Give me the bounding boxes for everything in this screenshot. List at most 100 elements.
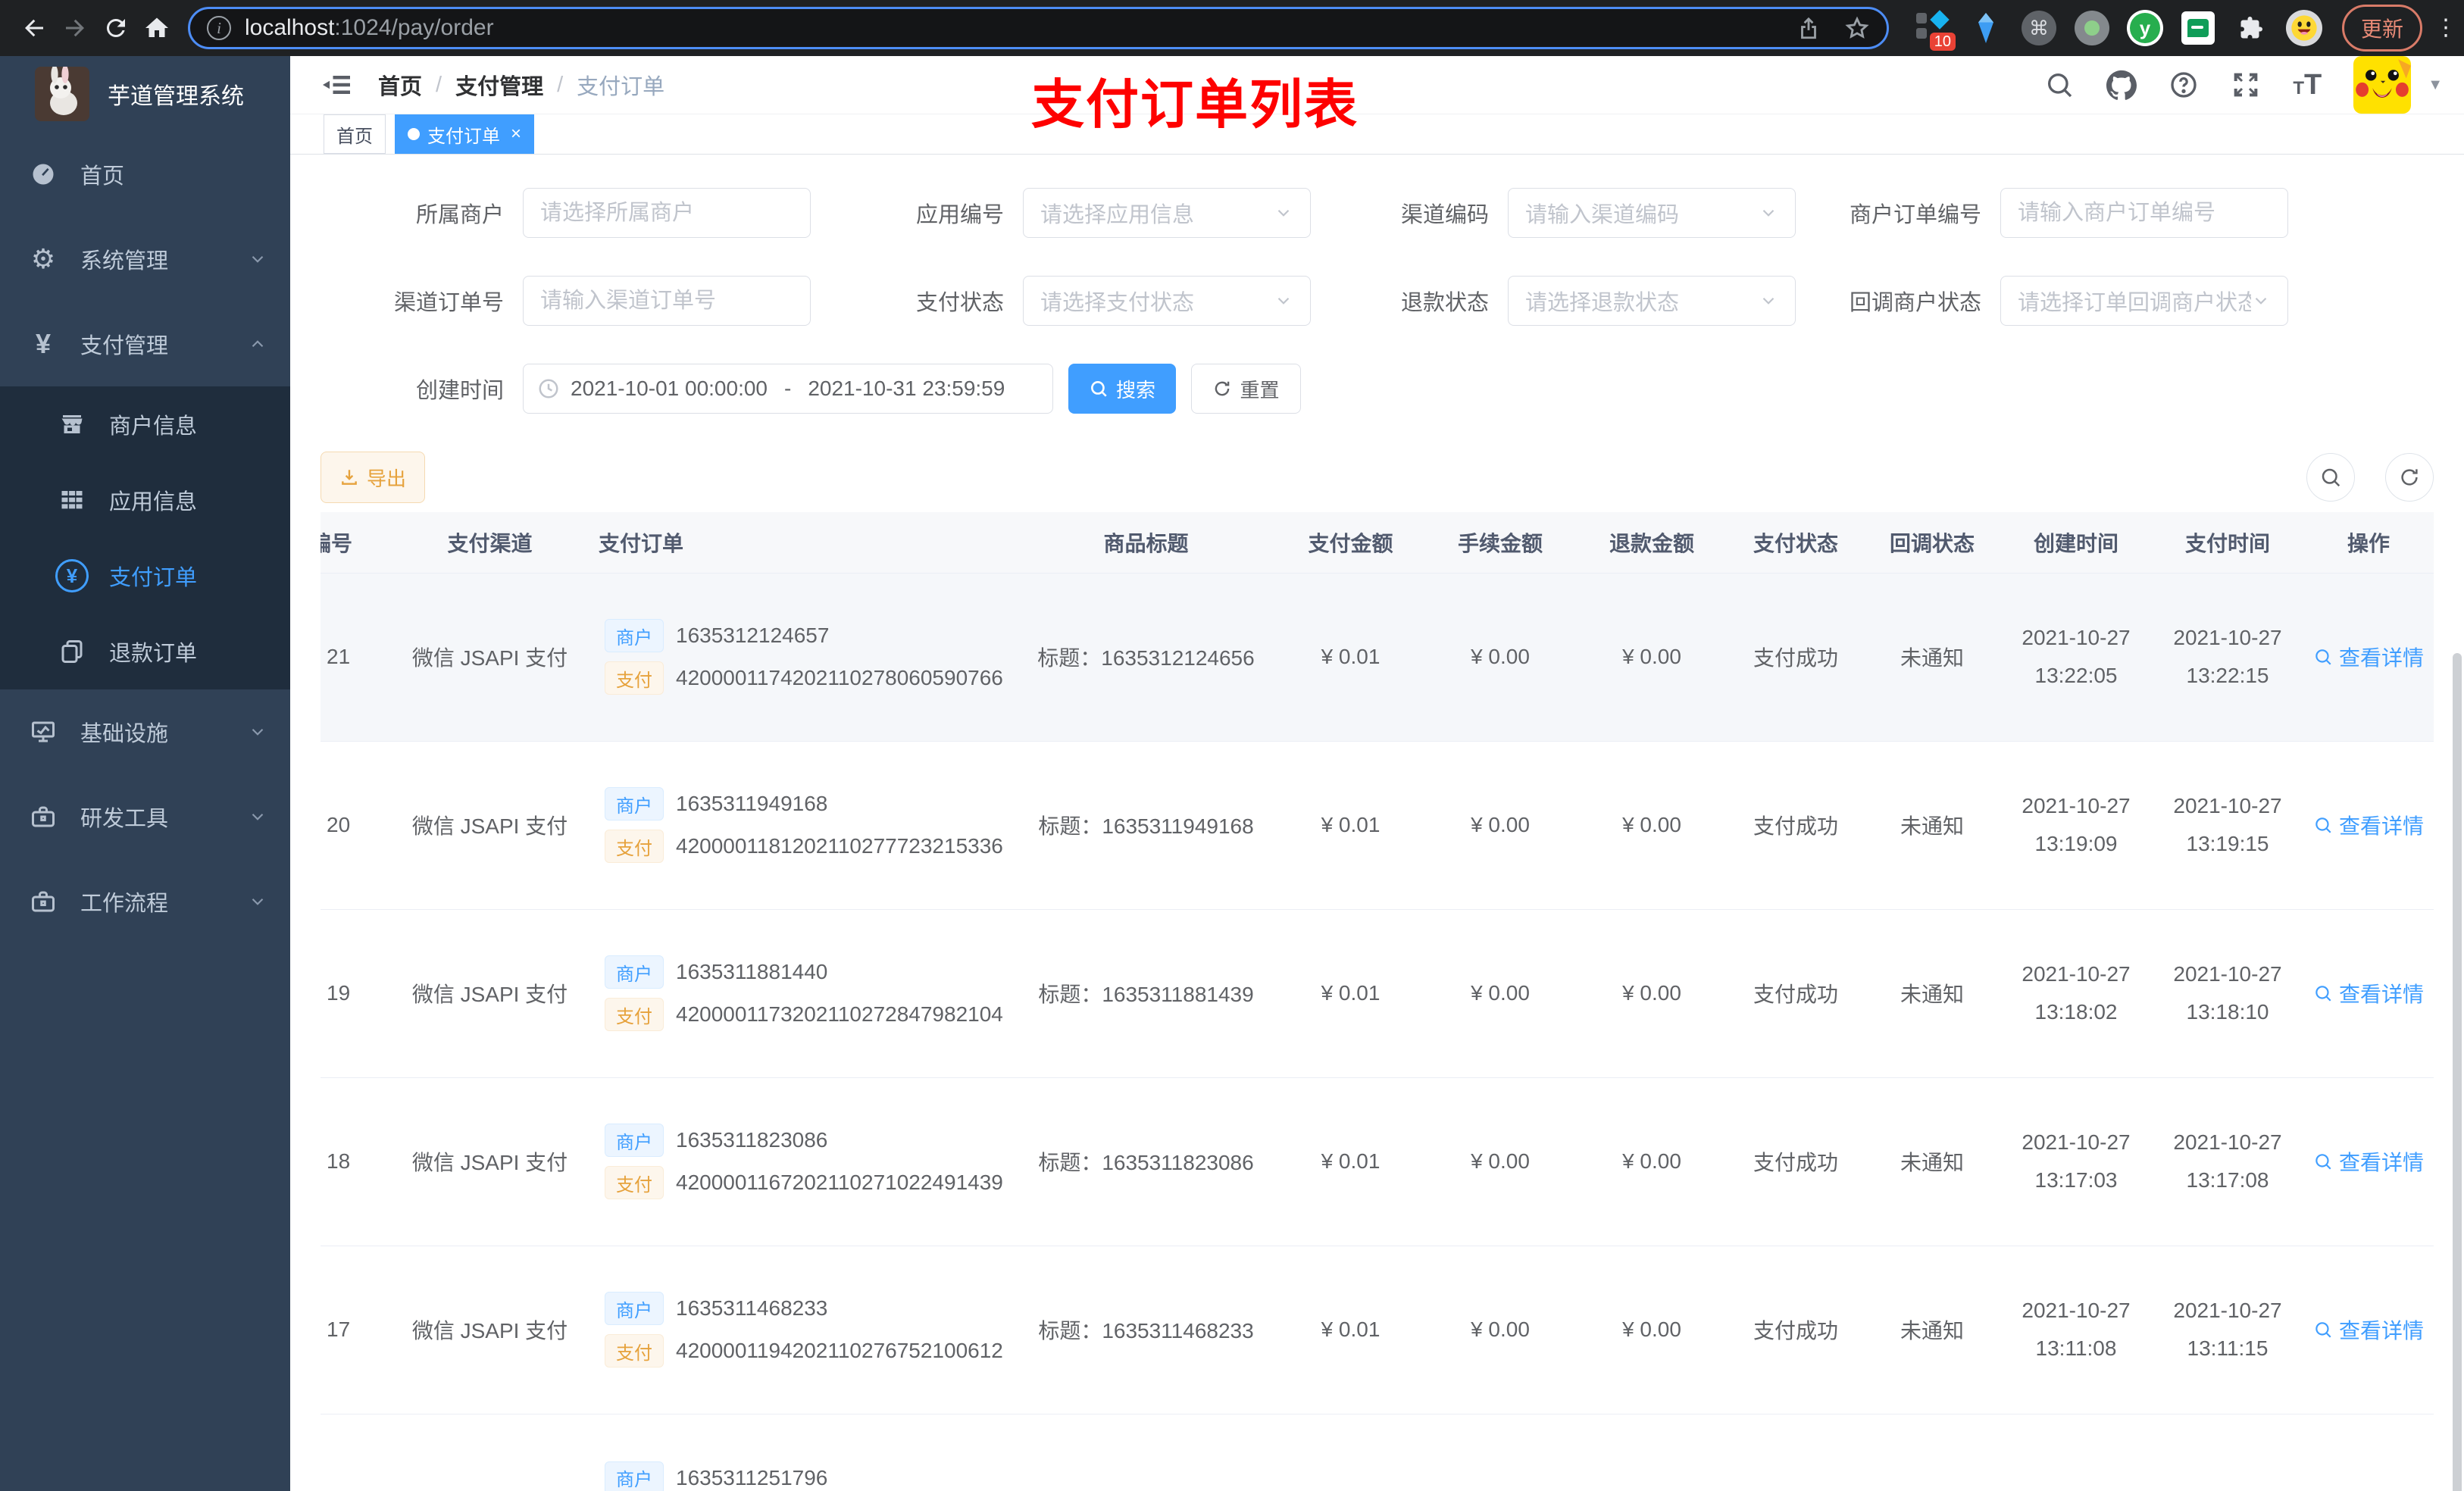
extension-command-icon[interactable]: ⌘ — [2021, 10, 2057, 46]
status-badge: 支付成功 — [1728, 741, 1864, 910]
search-icon — [2315, 1154, 2331, 1170]
tag-close-icon[interactable]: × — [511, 123, 521, 145]
browser-back-button[interactable] — [14, 8, 55, 48]
status-badge: 支付成功 — [1728, 909, 1864, 1078]
bookmark-star-button[interactable] — [1844, 15, 1870, 41]
extension-y-icon[interactable]: y — [2127, 10, 2163, 46]
browser-home-button[interactable] — [136, 8, 177, 48]
table-row[interactable]: 20 微信 JSAPI 支付 商户 1635311949168 支付 4200001… — [321, 741, 2434, 910]
view-detail-link[interactable]: 查看详情 — [2313, 1146, 2424, 1177]
date-range-picker[interactable]: 2021-10-01 00:00:00 - 2021-10-31 23:59:5… — [523, 364, 1053, 414]
page-content: 所属商户 应用编号 请选择应用信息 渠道编码 请输入渠道编码 — [290, 155, 2464, 1491]
chevron-down-icon — [248, 249, 267, 269]
tags-view-bar: 首页 支付订单 × — [290, 114, 2464, 155]
sidebar-item-app-info[interactable]: 应用信息 — [0, 462, 290, 538]
chevron-down-icon — [248, 892, 267, 911]
documents-icon — [55, 638, 89, 665]
col-actions: 操作 — [2303, 512, 2434, 574]
tag-pay-order[interactable]: 支付订单 × — [395, 114, 535, 154]
page-annotation-title: 支付订单列表 — [1031, 75, 1359, 134]
channel-order-no-input[interactable] — [523, 276, 811, 326]
filter-merchant: 所属商户 — [321, 188, 811, 238]
search-button[interactable]: 搜索 — [1068, 364, 1176, 414]
sidebar-item-refund-order[interactable]: 退款订单 — [0, 614, 290, 689]
table-row[interactable]: 17 微信 JSAPI 支付 商户 1635311468233 支付 4200001… — [321, 1246, 2434, 1414]
col-id: 编号 — [321, 512, 381, 574]
table-row[interactable]: 21 微信 JSAPI 支付 商户 1635312124657 支付 4200001… — [321, 573, 2434, 742]
browser-update-button[interactable]: 更新 — [2342, 5, 2423, 52]
site-info-icon[interactable]: i — [207, 16, 231, 40]
col-refund: 退款金额 — [1576, 512, 1728, 574]
col-create-time: 创建时间 — [2000, 512, 2152, 574]
user-avatar[interactable] — [2353, 56, 2412, 114]
top-navbar: 首页 / 支付管理 / 支付订单 TT ▼ — [290, 56, 2464, 114]
browser-forward-button[interactable] — [55, 8, 95, 48]
header-search-button[interactable] — [2044, 70, 2075, 100]
sidebar-logo[interactable]: 芋道管理系统 — [0, 56, 290, 132]
font-size-button[interactable]: TT — [2293, 69, 2322, 102]
chevron-down-icon — [1274, 291, 1293, 311]
address-bar[interactable]: i localhost:1024/pay/order — [188, 7, 1889, 49]
extension-kite-icon[interactable]: 10 — [1915, 10, 1956, 51]
browser-menu-icon[interactable]: ⋮ — [2434, 17, 2457, 39]
extension-chat-icon[interactable] — [2180, 10, 2216, 46]
filter-row-1: 所属商户 应用编号 请选择应用信息 渠道编码 请输入渠道编码 — [321, 188, 2434, 238]
reset-button[interactable]: 重置 — [1191, 364, 1301, 414]
browser-toolbar: i localhost:1024/pay/order 10 ⌘ y 更新 ⋮ — [0, 0, 2464, 56]
export-button[interactable]: 导出 — [321, 452, 426, 503]
vertical-scrollbar[interactable] — [2453, 653, 2462, 1491]
extension-gem-icon[interactable] — [1968, 10, 2004, 46]
pay-order-table: 编号 支付渠道 支付订单 商品标题 支付金额 手续金额 退款金额 支付状态 回调… — [321, 512, 2434, 1491]
order-cell: 商户 1635311468233 支付 4200001194202110276752… — [599, 1246, 1015, 1414]
table-row-partial[interactable]: 商户 1635311251796 — [321, 1414, 2434, 1491]
main-area: 支付订单列表 首页 / 支付管理 / 支付订单 TT ▼ 首页 支付订单 × 所… — [290, 56, 2464, 1491]
callback-status-select[interactable]: 请选择订单回调商户状态 — [2000, 276, 2288, 326]
github-link-button[interactable] — [2106, 70, 2137, 100]
extension-dot-icon[interactable] — [2074, 10, 2110, 46]
merchant-tag: 商户 — [605, 955, 664, 989]
help-button[interactable] — [2169, 70, 2199, 100]
app-select[interactable]: 请选择应用信息 — [1023, 188, 1311, 238]
view-detail-link[interactable]: 查看详情 — [2313, 1314, 2424, 1345]
view-detail-link[interactable]: 查看详情 — [2313, 978, 2424, 1008]
sidebar-fold-button[interactable] — [321, 69, 352, 101]
view-detail-link[interactable]: 查看详情 — [2313, 810, 2424, 840]
col-order: 支付订单 — [599, 512, 1015, 574]
browser-reload-button[interactable] — [95, 8, 136, 48]
channel-code-select[interactable]: 请输入渠道编码 — [1508, 188, 1796, 238]
profile-avatar-icon[interactable] — [2286, 10, 2322, 46]
avatar-caret-icon[interactable]: ▼ — [2428, 77, 2443, 94]
extension-badge: 10 — [1929, 33, 1956, 51]
clock-icon — [539, 379, 558, 399]
merchant-order-no-input[interactable] — [2000, 188, 2288, 238]
share-button[interactable] — [1796, 15, 1821, 41]
refresh-table-button[interactable] — [2385, 453, 2434, 502]
pay-order-icon: ¥ — [55, 559, 89, 592]
breadcrumb-home[interactable]: 首页 — [378, 69, 422, 101]
sidebar-item-system[interactable]: ⚙ 系统管理 — [0, 217, 290, 302]
status-badge: 支付成功 — [1728, 1246, 1864, 1414]
table-row[interactable]: 18 微信 JSAPI 支付 商户 1635311823086 支付 4200001… — [321, 1077, 2434, 1246]
breadcrumb-section[interactable]: 支付管理 — [455, 69, 543, 101]
fullscreen-button[interactable] — [2231, 70, 2261, 100]
pay-tag: 支付 — [605, 998, 664, 1031]
merchant-input[interactable] — [523, 188, 811, 238]
extensions-puzzle-icon[interactable] — [2233, 10, 2269, 46]
pay-status-select[interactable]: 请选择支付状态 — [1023, 276, 1311, 326]
table-header-row: 编号 支付渠道 支付订单 商品标题 支付金额 手续金额 退款金额 支付状态 回调… — [321, 512, 2434, 574]
active-dot-icon — [408, 128, 420, 140]
sidebar-item-infra[interactable]: 基础设施 — [0, 689, 290, 774]
table-row[interactable]: 19 微信 JSAPI 支付 商户 1635311881440 支付 4200001… — [321, 909, 2434, 1078]
view-detail-link[interactable]: 查看详情 — [2313, 642, 2424, 672]
sidebar-item-payment[interactable]: ¥ 支付管理 — [0, 302, 290, 386]
refund-status-select[interactable]: 请选择退款状态 — [1508, 276, 1796, 326]
sidebar-item-home[interactable]: 首页 — [0, 132, 290, 217]
sidebar-item-merchant-info[interactable]: 商户信息 — [0, 386, 290, 462]
sidebar-item-workflow[interactable]: 工作流程 — [0, 859, 290, 944]
filter-create-time: 创建时间 2021-10-01 00:00:00 - 2021-10-31 23… — [321, 364, 1301, 414]
sidebar-item-devtools[interactable]: 研发工具 — [0, 774, 290, 859]
toggle-search-button[interactable] — [2306, 453, 2355, 502]
col-pay-time: 支付时间 — [2152, 512, 2303, 574]
sidebar-item-pay-order[interactable]: ¥ 支付订单 — [0, 538, 290, 614]
tag-home[interactable]: 首页 — [324, 114, 386, 154]
